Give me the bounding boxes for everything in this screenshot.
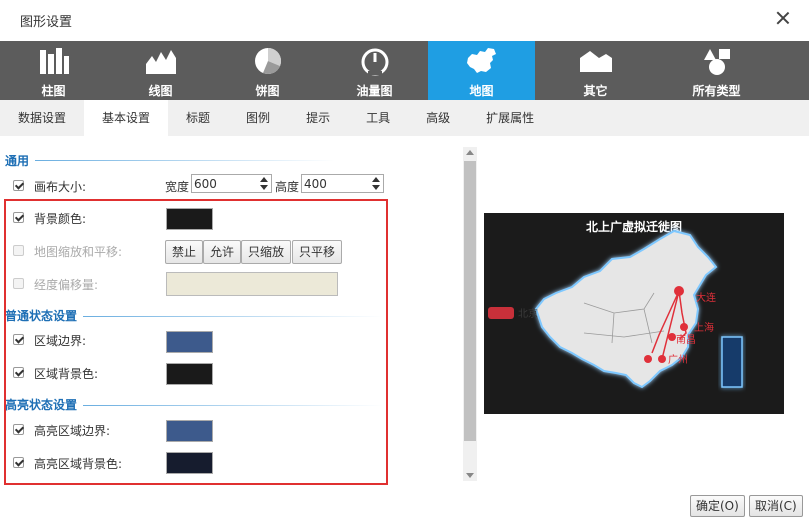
map-preview: 北上广虚拟迁徙图 大连 上海 南昌 广州 北京 [484, 213, 784, 414]
china-map-icon [466, 48, 496, 73]
tab-data-settings[interactable]: 数据设置 [0, 100, 84, 136]
chart-type-label: 其它 [583, 84, 608, 98]
width-input[interactable]: 600 [191, 174, 272, 193]
dialog-titlebar: 图形设置 [0, 0, 809, 41]
city-label: 上海 [694, 321, 714, 334]
canvas-size-label: 画布大小: [34, 180, 87, 194]
tab-basic-settings[interactable]: 基本设置 [84, 100, 169, 136]
legend-swatch[interactable] [488, 307, 514, 319]
dialog-title: 图形设置 [20, 15, 73, 30]
chart-type-label: 地图 [469, 84, 494, 98]
city-marker [668, 333, 676, 341]
chart-type-gauge[interactable]: 油量图 [321, 41, 428, 100]
chart-type-toolbar: 柱图 线图 饼图 油量图 地图 其它 所有类型 [0, 41, 809, 100]
highlight-annotation-frame [4, 199, 388, 485]
pie-chart-icon [254, 48, 281, 74]
city-marker [680, 323, 688, 331]
settings-scrollbar[interactable] [463, 147, 477, 481]
chart-type-line[interactable]: 线图 [107, 41, 214, 100]
height-label: 高度 [275, 180, 300, 194]
section-divider [35, 160, 335, 161]
scroll-down-icon[interactable] [466, 473, 474, 478]
chart-type-label: 线图 [148, 84, 173, 98]
chart-type-label: 油量图 [356, 84, 393, 98]
china-map-graphic: 大连 上海 南昌 广州 北京 [488, 229, 743, 389]
tab-advanced[interactable]: 高级 [408, 100, 468, 136]
scroll-thumb[interactable] [464, 161, 476, 441]
settings-tabs: 数据设置 基本设置 标题 图例 提示 工具 高级 扩展属性 [0, 100, 809, 136]
tab-extended-properties[interactable]: 扩展属性 [468, 100, 552, 136]
city-label: 南昌 [676, 333, 696, 346]
tab-legend[interactable]: 图例 [228, 100, 288, 136]
canvas-size-checkbox[interactable] [13, 180, 24, 191]
tab-tooltip[interactable]: 提示 [288, 100, 348, 136]
all-types-icon [703, 49, 730, 75]
section-general: 通用 [5, 154, 30, 168]
city-label: 广州 [668, 354, 688, 366]
city-marker [674, 286, 684, 296]
ok-button[interactable]: 确定(O) [690, 495, 745, 517]
width-spinner[interactable] [257, 175, 271, 192]
cancel-button[interactable]: 取消(C) [749, 495, 803, 517]
bar-chart-icon [39, 48, 69, 74]
height-spinner[interactable] [369, 175, 383, 192]
chart-type-map[interactable]: 地图 [428, 41, 535, 100]
city-marker [644, 355, 652, 363]
city-label: 大连 [696, 291, 716, 304]
city-marker [658, 355, 666, 363]
chart-type-label: 饼图 [255, 84, 280, 98]
close-icon[interactable] [775, 10, 791, 26]
legend-label: 北京 [518, 307, 538, 320]
south-sea-inset [721, 336, 743, 388]
area-shape-icon [579, 51, 612, 72]
tab-tools[interactable]: 工具 [348, 100, 408, 136]
chart-type-bar[interactable]: 柱图 [0, 41, 107, 100]
chart-type-label: 柱图 [41, 84, 66, 98]
chart-type-pie[interactable]: 饼图 [214, 41, 321, 100]
scroll-up-icon[interactable] [466, 150, 474, 155]
width-value: 600 [194, 177, 217, 191]
width-label: 宽度 [165, 180, 190, 194]
tab-title[interactable]: 标题 [168, 100, 228, 136]
chart-type-other[interactable]: 其它 [535, 41, 656, 100]
chart-type-label: 所有类型 [692, 84, 741, 98]
china-map-shape [534, 229, 718, 389]
gauge-icon [361, 48, 388, 76]
chart-type-all[interactable]: 所有类型 [656, 41, 777, 100]
height-input[interactable]: 400 [301, 174, 384, 193]
height-value: 400 [304, 177, 327, 191]
line-chart-icon [145, 50, 176, 74]
